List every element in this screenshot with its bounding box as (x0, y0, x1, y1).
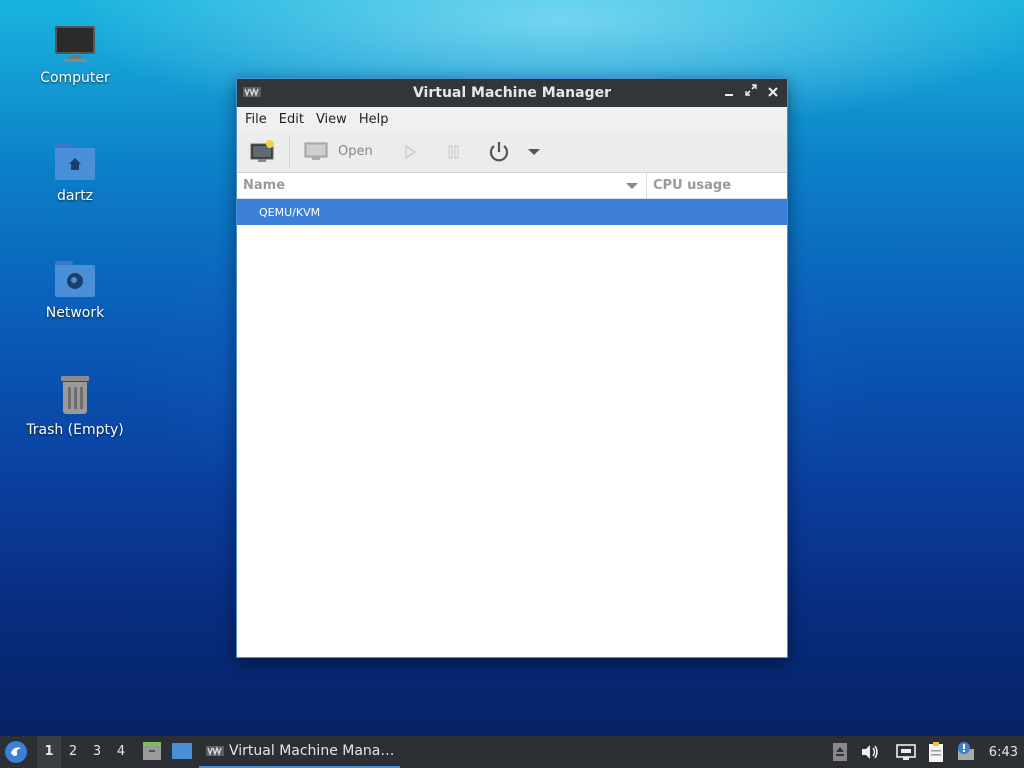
volume-icon[interactable] (859, 741, 881, 763)
start-menu-button[interactable] (5, 741, 27, 763)
menu-view[interactable]: View (310, 112, 353, 127)
desktop-icon (172, 743, 192, 759)
toolbar: Open (237, 131, 787, 173)
taskbar-window-vmm[interactable]: Virtual Machine Mana… (199, 736, 401, 768)
window-titlebar[interactable]: Virtual Machine Manager (237, 79, 787, 107)
new-vm-icon (250, 139, 274, 162)
sort-arrow-icon (626, 182, 638, 189)
column-header-cpu[interactable]: CPU usage (647, 173, 787, 198)
monitor-icon (53, 22, 97, 66)
menu-file[interactable]: File (239, 112, 273, 127)
desktop-icon-label: Network (45, 305, 105, 321)
workspace-1[interactable]: 1 (37, 736, 61, 768)
toolbar-separator (289, 135, 290, 168)
list-row-connection[interactable]: QEMU/KVM (237, 199, 787, 225)
window-title: Virtual Machine Manager (412, 85, 612, 101)
system-tray: 6:43 (821, 736, 1024, 768)
file-manager-icon (143, 742, 161, 760)
dropdown-arrow-icon (527, 148, 540, 155)
column-cpu-label: CPU usage (653, 178, 732, 193)
open-button-label: Open (338, 144, 373, 159)
play-icon (405, 144, 416, 159)
vmm-window: Virtual Machine Manager File Edit View H… (236, 78, 788, 658)
pause-button[interactable] (441, 135, 467, 169)
column-header-name[interactable]: Name (237, 173, 647, 198)
desktop-icon-network[interactable]: Network (20, 257, 130, 321)
desktop-icon-computer[interactable]: Computer (20, 22, 130, 86)
taskbar: 1 2 3 4 Virtual Machine Mana… 6:43 (0, 736, 1024, 768)
open-button[interactable]: Open (304, 135, 373, 169)
desktop-icon-label: dartz (56, 188, 94, 204)
maximize-icon[interactable] (743, 83, 759, 101)
run-button[interactable] (397, 135, 423, 169)
shutdown-button[interactable] (485, 135, 513, 169)
menu-edit[interactable]: Edit (273, 112, 310, 127)
list-header: Name CPU usage (237, 173, 787, 199)
trash-icon (53, 374, 97, 418)
clipboard-icon[interactable] (925, 741, 947, 763)
update-notifier-icon[interactable] (955, 741, 977, 763)
clock[interactable]: 6:43 (989, 745, 1018, 760)
desktop-icon-label: Computer (40, 70, 110, 86)
workspace-4[interactable]: 4 (109, 736, 133, 768)
connection-name: QEMU/KVM (259, 205, 321, 219)
taskbar-window-label: Virtual Machine Mana… (229, 743, 395, 759)
monitor-icon (304, 142, 328, 160)
pause-icon (448, 145, 459, 158)
shutdown-menu-button[interactable] (525, 135, 543, 169)
minimize-icon[interactable] (721, 83, 737, 101)
app-menu-icon (6, 742, 26, 762)
workspace-3[interactable]: 3 (85, 736, 109, 768)
desktop-icon-trash[interactable]: Trash (Empty) (20, 374, 130, 438)
column-name-label: Name (243, 178, 286, 193)
close-icon[interactable] (765, 83, 781, 101)
eject-icon[interactable] (829, 741, 851, 763)
new-vm-button[interactable] (249, 135, 277, 169)
vmm-app-icon (206, 745, 224, 757)
home-folder-icon (53, 140, 97, 184)
menu-help[interactable]: Help (353, 112, 395, 127)
vmm-app-icon (243, 86, 261, 98)
desktop-icon-home[interactable]: dartz (20, 140, 130, 204)
show-desktop-launcher[interactable] (171, 740, 195, 764)
file-manager-launcher[interactable] (141, 740, 165, 764)
desktop-icon-label: Trash (Empty) (26, 422, 124, 438)
power-icon (489, 141, 508, 161)
network-folder-icon (53, 257, 97, 301)
network-wired-icon[interactable] (895, 741, 917, 763)
menubar: File Edit View Help (237, 107, 787, 131)
workspace-2[interactable]: 2 (61, 736, 85, 768)
